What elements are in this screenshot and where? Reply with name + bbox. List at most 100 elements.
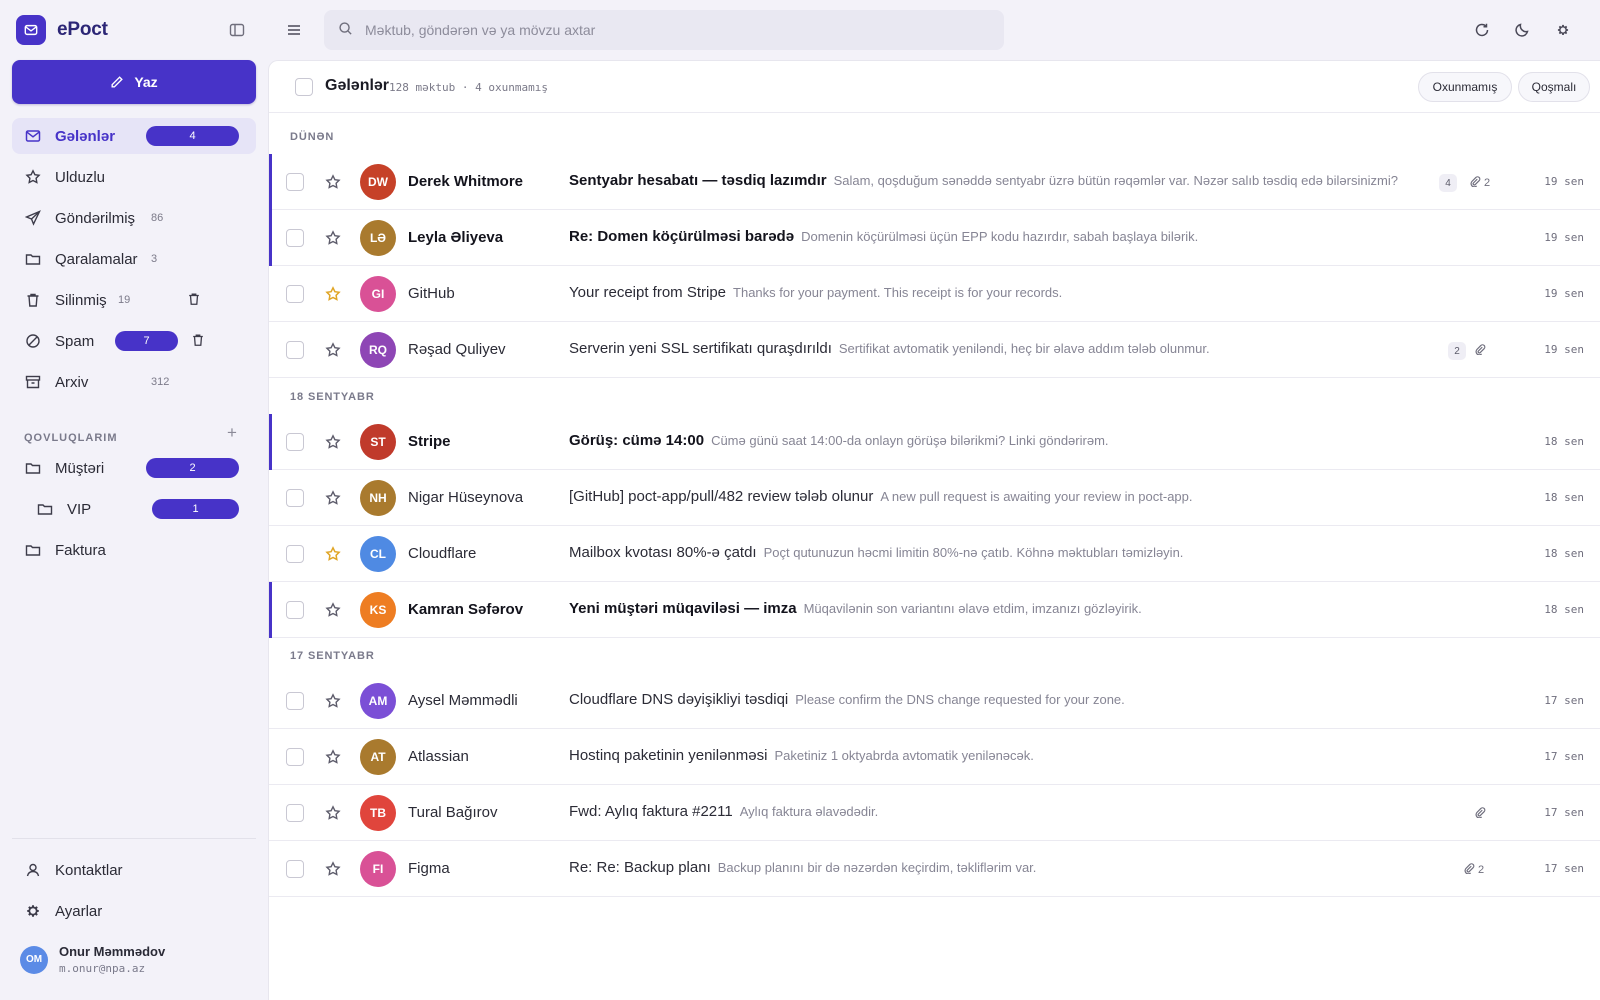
sender-name: Leyla Əliyeva: [408, 229, 504, 246]
dark-mode-icon[interactable]: [1512, 20, 1532, 40]
star-icon[interactable]: [325, 749, 341, 765]
folder-item-vip[interactable]: VIP 1: [12, 491, 256, 527]
list-header: Gələnlər 128 məktub · 4 oxunmamış Oxunma…: [269, 61, 1600, 113]
folder-item-musteri[interactable]: Müştəri 2: [12, 450, 256, 486]
nav-label: Ayarlar: [55, 902, 103, 920]
star-icon[interactable]: [325, 286, 341, 302]
message-row[interactable]: KS Kamran Səfərov Yeni müştəri müqaviləsi …: [269, 582, 1600, 638]
preview: Salam, qoşduğum sənəddə sentyabr üzrə bü…: [833, 173, 1398, 188]
row-checkbox[interactable]: [286, 229, 304, 247]
row-checkbox[interactable]: [286, 285, 304, 303]
search-input[interactable]: [365, 22, 965, 38]
star-icon[interactable]: [325, 602, 341, 618]
brand[interactable]: ePoct: [16, 15, 108, 45]
star-icon[interactable]: [325, 861, 341, 877]
folder-item-faktura[interactable]: Faktura: [12, 532, 256, 568]
sidebar-toggle-icon[interactable]: [229, 22, 245, 38]
star-icon: [25, 169, 41, 185]
filter-unread-button[interactable]: Oxunmamış: [1418, 72, 1512, 102]
attachment-count: 2: [1478, 863, 1485, 876]
user-name: Onur Məmmədov: [59, 944, 166, 959]
star-icon[interactable]: [325, 693, 341, 709]
avatar: FI: [360, 851, 396, 887]
paperclip-icon: [1474, 343, 1486, 355]
gear-icon: [25, 903, 41, 919]
message-row[interactable]: TB Tural Bağırov Fwd: Aylıq faktura #2211 A…: [269, 785, 1600, 841]
select-all-checkbox[interactable]: [295, 78, 313, 96]
sender-name: Stripe: [408, 433, 451, 450]
star-icon[interactable]: [325, 230, 341, 246]
nav-item-inbox[interactable]: Gələnlər 4: [12, 118, 256, 154]
nav-item-spam[interactable]: Spam 7: [12, 323, 256, 359]
row-checkbox[interactable]: [286, 545, 304, 563]
row-checkbox[interactable]: [286, 601, 304, 619]
subject: Sentyabr hesabatı — təsdiq lazımdır: [569, 172, 827, 189]
subject: Mailbox kvotası 80%-ə çatdı: [569, 544, 757, 561]
subject: Your receipt from Stripe: [569, 284, 727, 301]
row-checkbox[interactable]: [286, 692, 304, 710]
nav-item-sent[interactable]: Göndərilmiş 86: [12, 200, 256, 236]
user-profile[interactable]: OM Onur Məmmədov m.onur@npa.az: [20, 944, 165, 975]
message-summary: Fwd: Aylıq faktura #2211 Aylıq faktura əl…: [569, 803, 1449, 820]
star-icon[interactable]: [325, 174, 341, 190]
compose-button[interactable]: Yaz: [12, 60, 256, 104]
message-row[interactable]: RQ Rəşad Quliyev Serverin yeni SSL sertifi…: [269, 322, 1600, 378]
nav-item-trash[interactable]: Silinmiş 19: [12, 282, 256, 318]
message-row[interactable]: DW Derek Whitmore Sentyabr hesabatı — təsd…: [269, 154, 1600, 210]
message-list-panel: Gələnlər 128 məktub · 4 oxunmamış Oxunma…: [268, 60, 1600, 1000]
nav-item-drafts[interactable]: Qaralamalar 3: [12, 241, 256, 277]
spam-badge: 7: [115, 331, 178, 351]
message-row[interactable]: ST Stripe Görüş: cümə 14:00 Cümə günü saat …: [269, 414, 1600, 470]
message-date: 19 sen: [1544, 231, 1584, 244]
empty-spam-icon[interactable]: [191, 333, 205, 347]
nav-item-starred[interactable]: Ulduzlu: [12, 159, 256, 195]
nav-item-settings[interactable]: Ayarlar: [12, 893, 256, 929]
star-icon[interactable]: [325, 434, 341, 450]
folder-title: Gələnlər: [325, 77, 390, 94]
message-row[interactable]: GI GitHub Your receipt from Stripe Thanks f…: [269, 266, 1600, 322]
row-checkbox[interactable]: [286, 433, 304, 451]
message-summary: [GitHub] poct-app/pull/482 review tələb …: [569, 488, 1449, 505]
sender-name: Rəşad Quliyev: [408, 341, 506, 358]
date-group-label: 17 SENTYABR: [290, 650, 375, 662]
row-checkbox[interactable]: [286, 173, 304, 191]
message-row[interactable]: FI Figma Re: Re: Backup planı Backup planın…: [269, 841, 1600, 897]
message-row[interactable]: AT Atlassian Hostinq paketinin yenilənməsi…: [269, 729, 1600, 785]
filter-attachments-button[interactable]: Qoşmalı: [1518, 72, 1590, 102]
search-bar[interactable]: [324, 10, 1004, 50]
sender-name: Atlassian: [408, 748, 469, 765]
nav-item-archive[interactable]: Arxiv 312: [12, 364, 256, 400]
add-folder-icon[interactable]: +: [223, 423, 241, 442]
message-summary: Hostinq paketinin yenilənməsi Paketiniz 1…: [569, 747, 1449, 764]
row-checkbox[interactable]: [286, 748, 304, 766]
message-row[interactable]: NH Nigar Hüseynova [GitHub] poct-app/pull/…: [269, 470, 1600, 526]
thread-count-badge: 2: [1448, 342, 1466, 360]
row-checkbox[interactable]: [286, 489, 304, 507]
unread-badge: 4: [146, 126, 239, 146]
row-checkbox[interactable]: [286, 860, 304, 878]
preview: Müqavilənin son variantını əlavə etdim, …: [803, 601, 1142, 616]
preview: Poçt qutunuzun həcmi limitin 80%-nə çatı…: [763, 545, 1184, 560]
paperclip-icon: [1469, 175, 1481, 190]
empty-trash-icon[interactable]: [187, 292, 201, 306]
sidebar-divider: [12, 838, 256, 839]
message-row[interactable]: CL Cloudflare Mailbox kvotası 80%-ə çatdı P…: [269, 526, 1600, 582]
star-icon[interactable]: [325, 805, 341, 821]
row-checkbox[interactable]: [286, 341, 304, 359]
folder-icon: [37, 501, 53, 517]
star-icon[interactable]: [325, 546, 341, 562]
settings-gear-icon[interactable]: [1553, 20, 1573, 40]
preview: Cümə günü saat 14:00-da onlayn görüşə bi…: [711, 433, 1109, 448]
star-icon[interactable]: [325, 342, 341, 358]
menu-icon[interactable]: [284, 20, 304, 40]
message-row[interactable]: AM Aysel Məmmədli Cloudflare DNS dəyişikli…: [269, 673, 1600, 729]
row-checkbox[interactable]: [286, 804, 304, 822]
subject: Serverin yeni SSL sertifikatı quraşdırıl…: [569, 340, 832, 357]
refresh-icon[interactable]: [1472, 20, 1492, 40]
message-row[interactable]: LƏ Leyla Əliyeva Re: Domen köçürülməsi bar…: [269, 210, 1600, 266]
subject: Cloudflare DNS dəyişikliyi təsdiqi: [569, 691, 789, 708]
nav-item-contacts[interactable]: Kontaktlar: [12, 852, 256, 888]
star-icon[interactable]: [325, 490, 341, 506]
message-date: 19 sen: [1544, 287, 1584, 300]
nav-label: Göndərilmiş: [55, 209, 136, 227]
